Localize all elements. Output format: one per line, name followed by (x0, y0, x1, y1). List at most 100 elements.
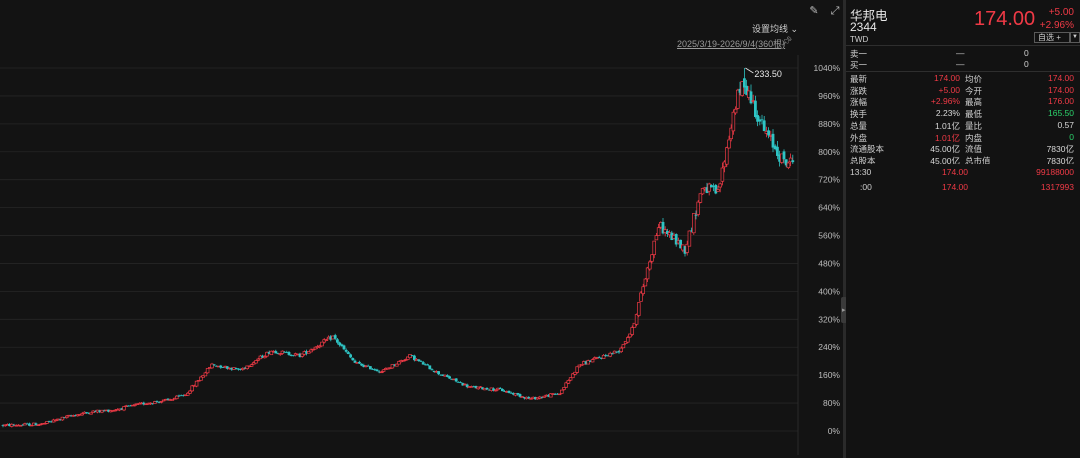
candle-up (654, 235, 659, 241)
candle-up (408, 354, 412, 359)
candles (1, 68, 795, 428)
y-tick-label: 800% (818, 147, 840, 157)
candle-down (351, 358, 355, 361)
stat-label: 总量 (850, 120, 868, 131)
y-tick-label: 480% (818, 258, 840, 268)
chart-toolbar: ✎ ⤢ (808, 5, 841, 17)
candle-down (771, 133, 775, 148)
candlestick-chart[interactable]: 1040% 960% 880% 800% 720% 640% 560% 480% 400% 320… (0, 55, 843, 455)
y-tick-label: 880% (818, 119, 840, 129)
stat-value: 174.00 (1048, 84, 1074, 95)
candle-up (320, 341, 324, 347)
stat-row: 最新 174.00 均价 174.00 (846, 73, 1080, 85)
add-watchlist-button[interactable]: 自选 + (1034, 32, 1070, 43)
candle-down (782, 151, 786, 160)
candle-up (560, 389, 564, 394)
stat-row: 总量 1.01亿 量比 0.57 (846, 120, 1080, 132)
order-book-volume: 0 (1024, 48, 1029, 58)
candle-down (333, 335, 337, 339)
candle-up (175, 395, 179, 400)
tick-row: :00 174.00 1317993 (846, 182, 1080, 196)
candle-up (725, 147, 729, 165)
candle-down (155, 401, 159, 402)
date-range-selector[interactable]: 2025/3/19-2026/9/4(360根) (677, 37, 785, 50)
candle-up (687, 230, 692, 247)
candle-down (597, 357, 601, 358)
order-book-row: 卖一 —0 (846, 48, 1080, 59)
stat-row: 涨幅 +2.96% 最高 176.00 (846, 96, 1080, 108)
y-tick-label: 720% (818, 175, 840, 185)
peak-marker-line (745, 67, 754, 74)
stat-value: 0.57 (1057, 119, 1074, 130)
caret-down-icon[interactable]: ▼ (1070, 32, 1080, 43)
candle-up (652, 240, 656, 255)
y-tick-label: 0% (828, 426, 841, 436)
candle-up (381, 369, 386, 372)
pin-icon[interactable]: 📌︎ (781, 36, 792, 47)
stat-value: 45.00亿 (930, 144, 960, 155)
divider-line (846, 71, 1080, 72)
stat-label: 换手 (850, 109, 868, 120)
candle-down (336, 339, 339, 343)
candle-down (762, 120, 766, 132)
stat-value: 165.50 (1048, 108, 1074, 119)
candle-up (736, 89, 740, 109)
y-tick-label: 960% (818, 91, 840, 101)
candle-down (767, 130, 770, 136)
candle-down (437, 371, 440, 375)
price-change-pct: +2.96% (1039, 20, 1074, 31)
chevron-down-icon: ⌄ (790, 24, 799, 34)
candle-down (791, 160, 795, 163)
tick-volume: 99188000 (1036, 167, 1074, 177)
candle-down (459, 382, 462, 384)
pencil-icon[interactable]: ✎ (808, 5, 820, 17)
stat-value: 0 (1069, 131, 1074, 142)
candle-down (375, 369, 379, 372)
candle-up (720, 167, 725, 182)
stat-row: 换手 2.23% 最低 165.50 (846, 108, 1080, 120)
candle-down (417, 359, 421, 362)
candle-up (621, 344, 626, 349)
expand-icon[interactable]: ⤢ (829, 5, 841, 17)
candle-up (575, 366, 579, 373)
candle-up (639, 292, 643, 302)
peak-price-label: 233.50 (754, 69, 782, 79)
stat-label: 量比 (965, 120, 983, 131)
candle-down (274, 351, 278, 354)
candle-down (426, 364, 429, 366)
y-tick-label: 320% (818, 314, 840, 324)
order-book-volume: 0 (1024, 59, 1029, 69)
candle-up (643, 278, 648, 287)
candle-up (718, 183, 722, 188)
tick-price: 174.00 (942, 167, 968, 177)
stat-row: 外盘 1.01亿 内盘 0 (846, 132, 1080, 144)
kline-chart-panel[interactable]: ✎ ⤢ 设置均线 ⌄ 2025/3/19-2026/9/4(360根) 📌︎ 1… (0, 0, 843, 458)
stat-label: 最新 (850, 74, 868, 84)
stat-value: 2.23% (935, 108, 960, 119)
candle-down (369, 366, 372, 370)
stat-value: 174.00 (1048, 73, 1074, 83)
candle-down (454, 378, 458, 382)
candle-up (650, 254, 654, 262)
candle-down (292, 355, 295, 357)
candle-up (263, 356, 267, 359)
candle-down (287, 352, 291, 355)
candle-up (590, 359, 595, 363)
currency-label: TWD (850, 35, 869, 44)
candle-up (170, 399, 175, 401)
divider-line (846, 45, 1080, 46)
stat-value: +2.96% (930, 96, 960, 107)
y-tick-label: 400% (818, 286, 840, 296)
stat-value: +5.00 (938, 84, 960, 95)
candle-down (419, 361, 423, 362)
stat-row: 涨跌 +5.00 今开 174.00 (846, 85, 1080, 97)
stat-value: 1.01亿 (934, 132, 960, 143)
candle-up (249, 364, 254, 367)
grid-lines (0, 67, 798, 432)
candle-down (344, 349, 348, 352)
candle-up (324, 339, 329, 341)
ma-setting-button[interactable]: 设置均线 ⌄ (752, 22, 798, 35)
candle-up (188, 390, 192, 394)
y-tick-label: 80% (823, 398, 840, 408)
stat-label: 涨跌 (850, 85, 868, 96)
